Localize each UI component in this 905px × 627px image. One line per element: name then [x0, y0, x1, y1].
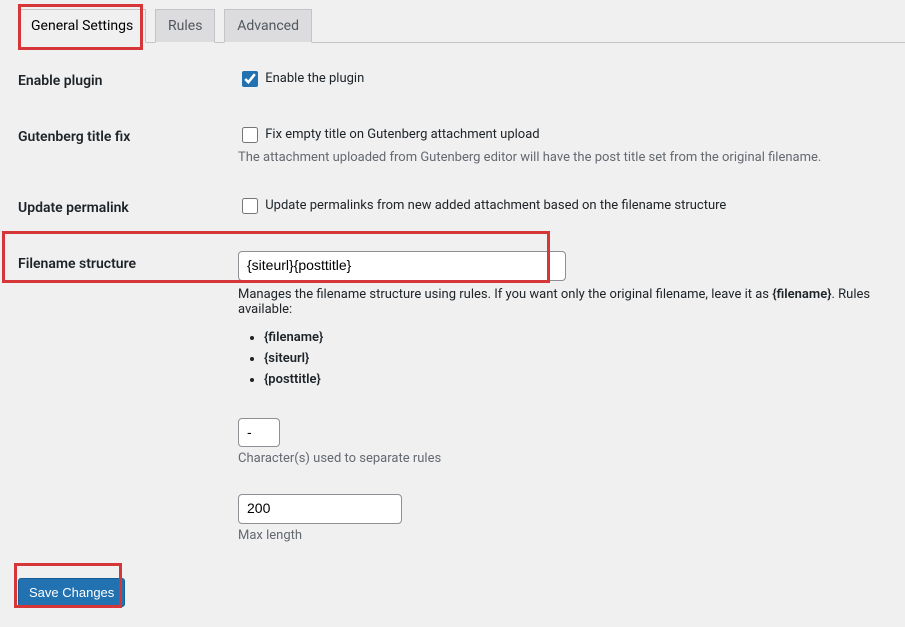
gutenberg-fix-desc: The attachment uploaded from Gutenberg e…	[238, 150, 895, 165]
enable-plugin-label: Enable plugin	[18, 53, 228, 109]
filename-structure-input[interactable]	[238, 251, 566, 281]
maxlength-input[interactable]	[238, 494, 402, 524]
rule-posttitle: {posttitle}	[264, 369, 895, 390]
save-changes-button[interactable]: Save Changes	[18, 578, 125, 607]
filename-structure-label: Filename structure	[18, 236, 228, 558]
gutenberg-fix-cb-text: Fix empty title on Gutenberg attachment …	[265, 127, 539, 142]
rules-list: {filename} {siteurl} {posttitle}	[250, 327, 895, 390]
tab-rules[interactable]: Rules	[155, 9, 215, 43]
update-permalink-cb-text: Update permalinks from new added attachm…	[265, 198, 726, 213]
gutenberg-fix-label: Gutenberg title fix	[18, 109, 228, 180]
separator-desc: Character(s) used to separate rules	[238, 451, 895, 466]
settings-tabs: General Settings Rules Advanced	[18, 0, 905, 43]
gutenberg-fix-checkbox[interactable]	[242, 127, 258, 143]
rule-siteurl: {siteurl}	[264, 348, 895, 369]
tab-advanced[interactable]: Advanced	[224, 9, 312, 43]
settings-form-table: Enable plugin Enable the plugin Gutenber…	[18, 53, 905, 558]
enable-plugin-cb-text: Enable the plugin	[265, 71, 364, 86]
enable-plugin-checkbox[interactable]	[242, 71, 258, 87]
maxlength-desc: Max length	[238, 528, 895, 543]
filename-structure-desc: Manages the filename structure using rul…	[238, 287, 895, 317]
tab-general-settings[interactable]: General Settings	[18, 9, 146, 43]
separator-input[interactable]	[238, 418, 280, 448]
update-permalink-checkbox[interactable]	[242, 198, 258, 214]
update-permalink-label: Update permalink	[18, 180, 228, 236]
rule-filename: {filename}	[264, 327, 895, 348]
